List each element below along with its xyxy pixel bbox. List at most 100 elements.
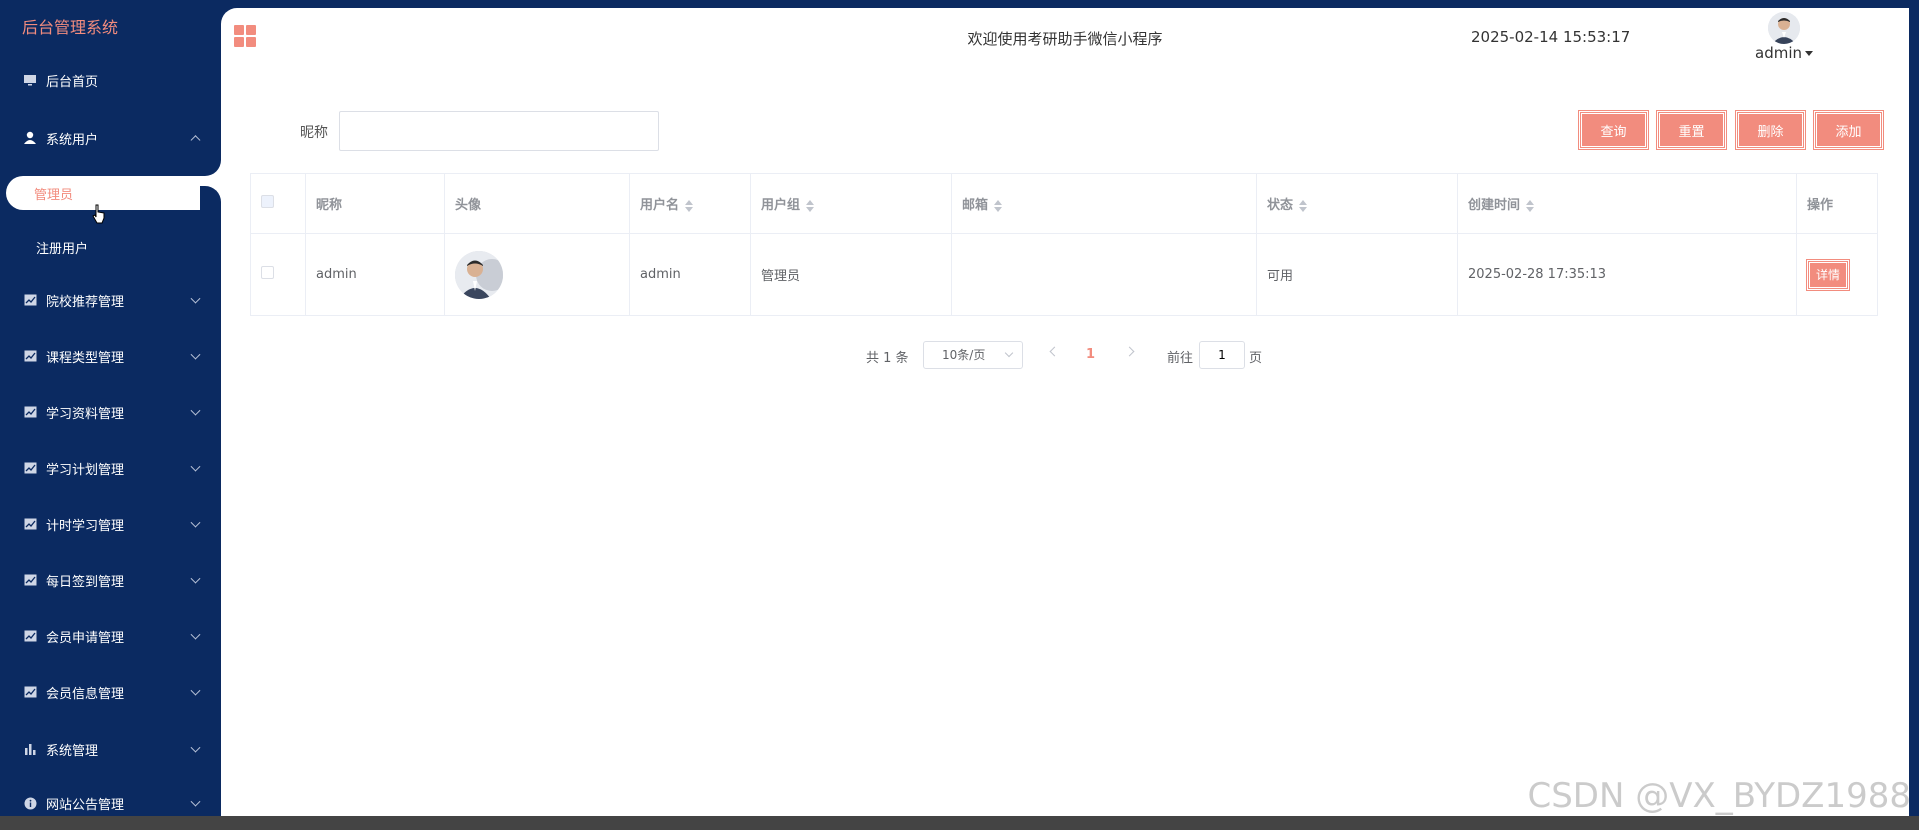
user-menu[interactable]: admin — [1754, 12, 1814, 62]
sidebar-item-study-material[interactable]: 学习资料管理 — [0, 384, 221, 440]
cell-status: 可用 — [1256, 233, 1458, 316]
chevron-down-icon — [190, 629, 201, 640]
cell-action: 详情 — [1796, 233, 1878, 316]
page-size-select[interactable]: 10条/页 — [923, 341, 1023, 369]
chevron-up-icon — [190, 135, 201, 146]
select-all-checkbox[interactable] — [261, 195, 274, 208]
col-created[interactable]: 创建时间 — [1457, 173, 1797, 234]
chevron-down-icon — [190, 796, 201, 807]
sidebar-item-system-manage[interactable]: 系统管理 — [0, 721, 221, 777]
header-time: 2025-02-14 15:53:17 — [1471, 28, 1631, 46]
sidebar-item-label: 计时学习管理 — [46, 518, 125, 534]
chevron-left-icon[interactable] — [1049, 346, 1060, 357]
chart-icon — [22, 516, 38, 532]
sidebar-item-label: 院校推荐管理 — [46, 294, 125, 310]
bottom-bar — [0, 816, 1919, 830]
sidebar-subitem-label: 管理员 — [34, 187, 74, 203]
chevron-down-icon — [190, 349, 201, 360]
sidebar: 后台管理系统 后台首页 系统用户 管理员 注册用户 院校推荐管理 课程类型管理 … — [0, 0, 221, 830]
cell-group: 管理员 — [750, 233, 952, 316]
page-title: 欢迎使用考研助手微信小程序 — [967, 30, 1163, 48]
avatar — [1768, 12, 1800, 44]
col-group[interactable]: 用户组 — [750, 173, 952, 234]
col-status[interactable]: 状态 — [1256, 173, 1458, 234]
sidebar-item-label: 学习计划管理 — [46, 462, 125, 478]
col-email[interactable]: 邮箱 — [951, 173, 1257, 234]
user-icon — [22, 130, 38, 146]
chevron-down-icon — [190, 685, 201, 696]
col-avatar: 头像 — [444, 173, 630, 234]
chart-icon — [22, 404, 38, 420]
chevron-down-icon — [190, 573, 201, 584]
table-header-row: 昵称 头像 用户名 用户组 邮箱 状态 创建时间 操作 — [250, 173, 1878, 234]
sort-icon[interactable] — [1526, 199, 1535, 212]
sidebar-item-study-plan[interactable]: 学习计划管理 — [0, 440, 221, 496]
info-icon — [22, 795, 38, 811]
table-row: admin admin 管理员 可用 2025-02-28 17:35:13 详… — [250, 233, 1878, 316]
sidebar-item-label: 系统用户 — [46, 132, 99, 148]
sidebar-item-label: 会员信息管理 — [46, 686, 125, 702]
pagination-goto-label: 前往 — [1167, 351, 1194, 366]
sort-icon[interactable] — [806, 199, 815, 212]
nickname-search-input[interactable] — [339, 111, 659, 151]
chart-icon — [22, 460, 38, 476]
add-button[interactable]: 添加 — [1813, 110, 1884, 150]
select-all-cell — [250, 173, 306, 234]
chevron-down-icon — [190, 461, 201, 472]
pagination: 共 1 条 10条/页 1 前往 页 — [221, 341, 1909, 369]
chart-icon — [22, 572, 38, 588]
sidebar-item-daily-checkin[interactable]: 每日签到管理 — [0, 552, 221, 608]
sort-icon[interactable] — [1299, 199, 1308, 212]
main-panel: 欢迎使用考研助手微信小程序 2025-02-14 15:53:17 admin … — [221, 8, 1909, 816]
chart-icon — [22, 348, 38, 364]
pagination-current-page[interactable]: 1 — [1086, 347, 1095, 362]
caret-down-icon — [1805, 51, 1813, 56]
sidebar-item-timed-study[interactable]: 计时学习管理 — [0, 496, 221, 552]
sort-icon[interactable] — [685, 199, 694, 212]
watermark: CSDN @VX_BYDZ1988 — [1527, 776, 1911, 816]
detail-button[interactable]: 详情 — [1806, 258, 1850, 291]
chart-icon — [22, 292, 38, 308]
admin-table: 昵称 头像 用户名 用户组 邮箱 状态 创建时间 操作 admin admin — [250, 173, 1878, 316]
delete-button[interactable]: 删除 — [1735, 110, 1806, 150]
sidebar-subitem-registered-users[interactable]: 注册用户 — [0, 230, 221, 264]
sidebar-item-label: 课程类型管理 — [46, 350, 125, 366]
col-nickname: 昵称 — [305, 173, 445, 234]
query-button[interactable]: 查询 — [1578, 110, 1649, 150]
app-title: 后台管理系统 — [22, 18, 119, 37]
col-action: 操作 — [1796, 173, 1878, 234]
pagination-page-unit: 页 — [1249, 351, 1263, 366]
chevron-down-icon — [1004, 348, 1014, 358]
mouse-cursor-icon — [92, 204, 106, 228]
sidebar-item-system-users[interactable]: 系统用户 — [0, 110, 221, 166]
sidebar-item-home[interactable]: 后台首页 — [0, 52, 221, 108]
chart-icon — [22, 628, 38, 644]
sidebar-subitem-admin[interactable]: 管理员 — [6, 176, 221, 210]
cell-username: admin — [629, 233, 751, 316]
sidebar-item-label: 后台首页 — [46, 74, 99, 90]
pagination-goto-input[interactable] — [1199, 341, 1245, 369]
cell-nickname: admin — [305, 233, 445, 316]
sidebar-item-course-type[interactable]: 课程类型管理 — [0, 328, 221, 384]
user-name: admin — [1755, 44, 1802, 62]
bar-chart-icon — [22, 741, 38, 757]
reset-button[interactable]: 重置 — [1656, 110, 1727, 150]
cell-created: 2025-02-28 17:35:13 — [1457, 233, 1797, 316]
row-checkbox[interactable] — [261, 266, 274, 279]
sort-icon[interactable] — [994, 199, 1003, 212]
chevron-down-icon — [190, 517, 201, 528]
chevron-right-icon[interactable] — [1124, 346, 1135, 357]
cell-email — [951, 233, 1257, 316]
chevron-down-icon — [190, 742, 201, 753]
sidebar-item-label: 学习资料管理 — [46, 406, 125, 422]
sidebar-item-label: 系统管理 — [46, 743, 99, 759]
pagination-total: 共 1 条 — [866, 351, 909, 366]
sidebar-item-school-recommend[interactable]: 院校推荐管理 — [0, 272, 221, 328]
monitor-icon — [22, 72, 38, 88]
sidebar-item-member-info[interactable]: 会员信息管理 — [0, 664, 221, 720]
row-select-cell — [250, 233, 306, 316]
col-username[interactable]: 用户名 — [629, 173, 751, 234]
sidebar-item-member-apply[interactable]: 会员申请管理 — [0, 608, 221, 664]
sidebar-subitem-label: 注册用户 — [36, 241, 89, 257]
sidebar-item-label: 网站公告管理 — [46, 797, 125, 813]
